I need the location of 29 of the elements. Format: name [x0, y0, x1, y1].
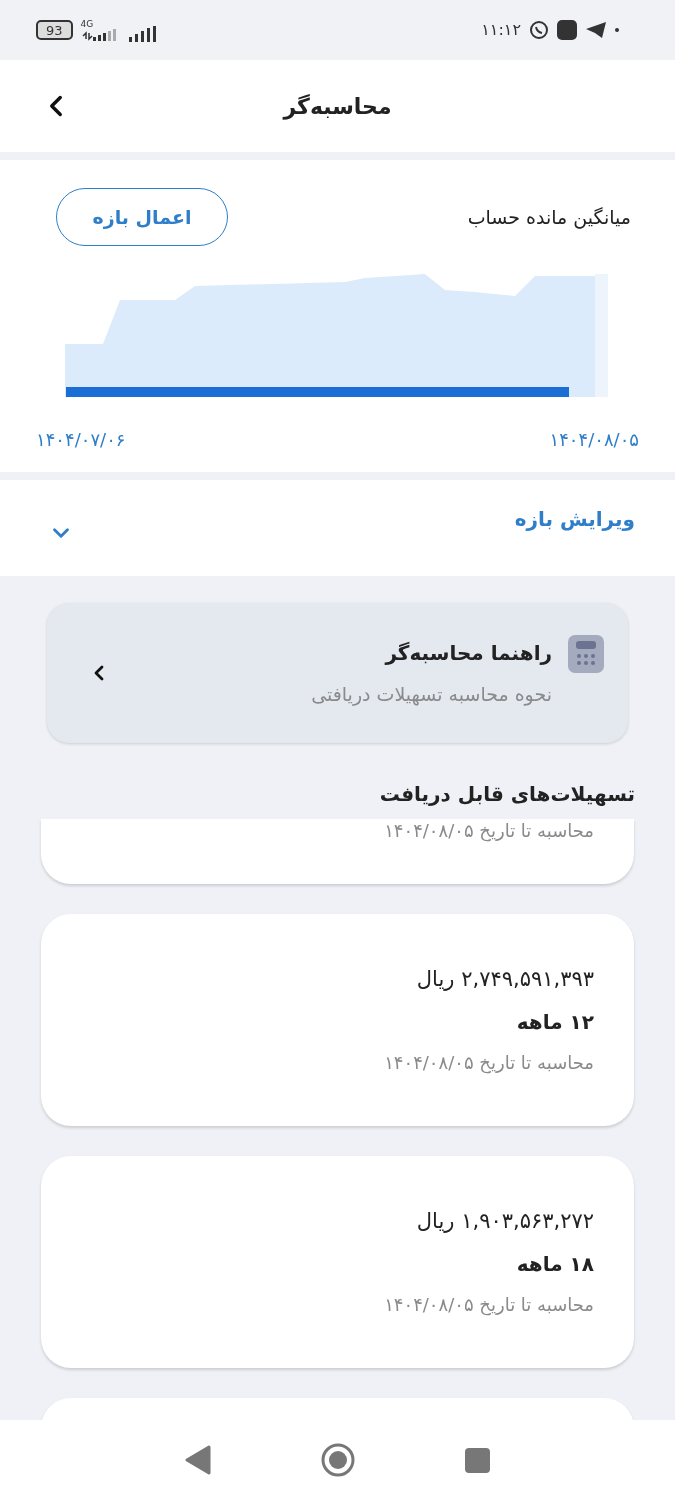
- loan-card[interactable]: ۲,۷۴۹,۵۹۱,۳۹۳ ریال ۱۲ ماهه محاسبه تا تاریخ ۱۴۰۴/۰۸/۰۵: [41, 914, 634, 1126]
- loan-term: ۱۸ ماهه: [516, 1251, 594, 1279]
- battery-indicator: 93: [36, 20, 73, 40]
- back-nav-icon[interactable]: [185, 1445, 211, 1475]
- recents-nav-icon[interactable]: [465, 1447, 490, 1473]
- loan-card[interactable]: ۱,۹۰۳,۵۶۳,۲۷۲ ریال ۱۸ ماهه محاسبه تا تاریخ ۱۴۰۴/۰۸/۰۵: [41, 1156, 634, 1368]
- section-title: تسهیلات‌های قابل دریافت: [379, 781, 635, 808]
- chart-title: میانگین مانده حساب: [467, 204, 631, 231]
- guide-title: راهنما محاسبه‌گر: [385, 639, 552, 667]
- edit-range-dropdown[interactable]: ویرایش بازه: [0, 480, 675, 576]
- network-type: 4G: [80, 19, 94, 29]
- signal-icon: [128, 26, 159, 42]
- loan-amount: ۱,۹۰۳,۵۶۳,۲۷۲ ریال: [416, 1207, 594, 1235]
- guide-card[interactable]: راهنما محاسبه‌گر نحوه محاسبه تسهیلات دریافتی: [47, 603, 628, 743]
- loan-amount: ۲,۷۴۹,۵۹۱,۳۹۳ ریال: [416, 965, 594, 993]
- calculation-date: محاسبه تا تاریخ ۱۴۰۴/۰۸/۰۵: [384, 1293, 594, 1318]
- page-title: محاسبه‌گر: [283, 92, 392, 122]
- app-notification-icon: [557, 20, 577, 40]
- calculator-icon: [568, 635, 604, 673]
- loan-term: ۱۲ ماهه: [516, 1009, 594, 1037]
- guide-subtitle: نحوه محاسبه تسهیلات دریافتی: [311, 681, 552, 708]
- start-date: ۱۴۰۴/۰۸/۰۵: [549, 428, 639, 452]
- chat-app-icon: [529, 20, 549, 40]
- end-date: ۱۴۰۴/۰۷/۰۶: [36, 428, 126, 452]
- status-time: ۱۱:۱۲: [481, 19, 521, 41]
- calculation-date: محاسبه تا تاریخ ۱۴۰۴/۰۸/۰۵: [384, 819, 594, 843]
- calculation-date: محاسبه تا تاریخ ۱۴۰۴/۰۸/۰۵: [384, 1051, 594, 1076]
- send-icon: [585, 21, 607, 39]
- home-nav-icon[interactable]: [321, 1443, 355, 1477]
